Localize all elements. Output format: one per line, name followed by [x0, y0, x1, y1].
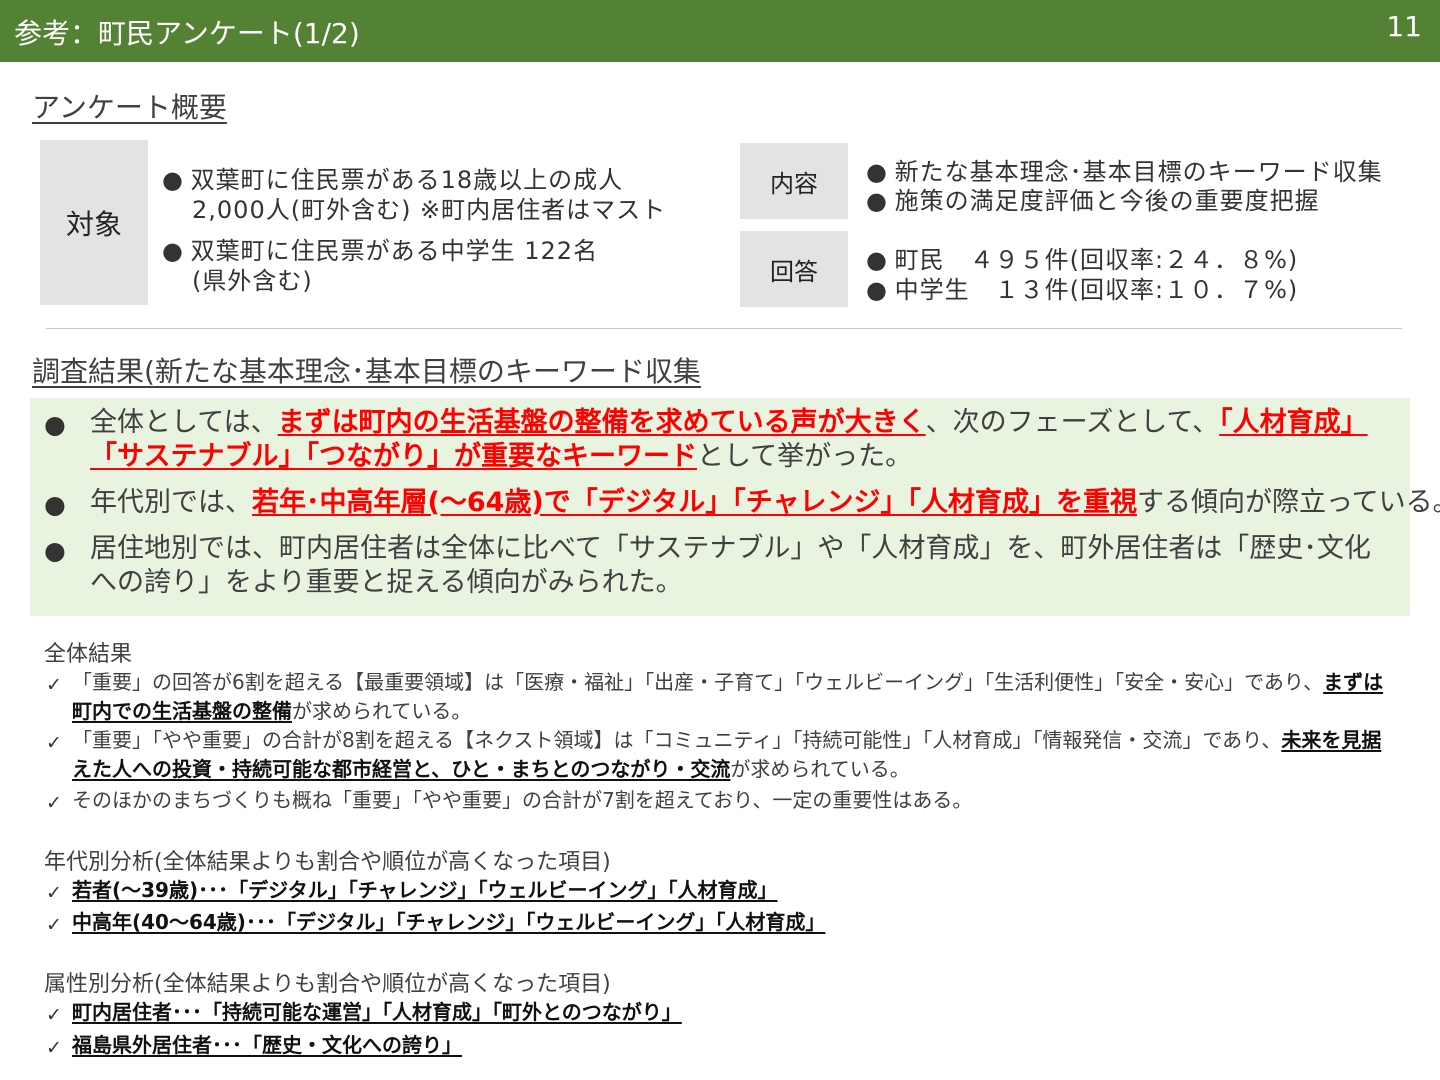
- overall-item-2: 「重要」「やや重要」の合計が8割を超える【ネクスト領域】は「コミュニティ」「持続…: [72, 728, 1382, 781]
- target-label: 対象: [65, 207, 122, 241]
- overall-item-1: 「重要」の回答が6割を超える【最重要領域】は「医療・福祉」「出産・子育て」「ウェ…: [72, 670, 1384, 723]
- page-title: 参考：町民アンケート(1/2): [14, 17, 360, 50]
- attribute-item-2: 福島県外居住者･･･「歴史・文化への誇り」: [72, 1033, 462, 1057]
- highlight-text: まずは町内の生活基盤の整備を求めている声が大きく: [277, 407, 926, 438]
- bullet-icon: ●: [162, 166, 184, 194]
- summary-bullet-3: 居住地別では、町内居住者は全体に比べて「サステナブル」や「人材育成」を、町外居住…: [90, 533, 1371, 598]
- bullet-icon: ●: [866, 276, 888, 304]
- check-icon: ✓: [46, 674, 62, 696]
- overall-title: 全体結果: [44, 642, 133, 667]
- content-label-box: 内容: [740, 143, 848, 219]
- bullet-icon: ●: [44, 410, 66, 439]
- bullet-icon: ●: [162, 237, 184, 265]
- attribute-item-1: 町内居住者･･･「持続可能な運営」「人材育成」「町外とのつながり」: [72, 1000, 682, 1024]
- summary-bullet-1: 全体としては、まずは町内の生活基盤の整備を求めている声が大きく、次のフェーズとし…: [90, 407, 1368, 472]
- target-item-2-line2: (県外含む): [192, 267, 313, 295]
- section-divider: [46, 328, 1402, 329]
- attribute-analysis-title: 属性別分析(全体結果よりも割合や順位が高くなった項目): [44, 972, 611, 997]
- check-icon: ✓: [46, 732, 62, 754]
- bullet-icon: ●: [44, 490, 66, 519]
- check-icon: ✓: [46, 792, 62, 814]
- answer-label-box: 回答: [740, 231, 848, 307]
- check-icon: ✓: [46, 1004, 62, 1026]
- target-item-1-line2: 2,000人(町外含む) ※町内居住者はマスト: [192, 196, 667, 224]
- age-item-1: 若者(～39歳)･･･「デジタル」「チャレンジ」「ウェルビーイング」「人材育成」: [72, 878, 778, 902]
- age-analysis-title: 年代別分析(全体結果よりも割合や順位が高くなった項目): [44, 850, 611, 875]
- check-icon: ✓: [46, 882, 62, 904]
- page-number: 11: [1386, 10, 1422, 43]
- check-icon: ✓: [46, 1037, 62, 1059]
- summary-bullet-2: 年代別では、若年･中高年層(～64歳)で「デジタル」「チャレンジ」「人材育成」を…: [90, 487, 1440, 518]
- check-icon: ✓: [46, 914, 62, 936]
- answer-label: 回答: [770, 257, 818, 286]
- content-label: 内容: [770, 169, 818, 198]
- overview-title: アンケート概要: [32, 91, 227, 124]
- overall-item-3: そのほかのまちづくりも概ね「重要」「やや重要」の合計が7割を超えており、一定の重…: [72, 788, 973, 812]
- answer-item-2: ● 中学生 １３件(回収率:１０．７%): [866, 276, 1299, 304]
- highlight-text: 若年･中高年層(～64歳)で「デジタル」「チャレンジ」「人材育成」を重視: [252, 487, 1137, 518]
- age-item-2: 中高年(40～64歳)･･･「デジタル」「チャレンジ」「ウェルビーイング」「人材…: [72, 910, 826, 934]
- content-item-2: ● 施策の満足度評価と今後の重要度把握: [866, 187, 1320, 215]
- results-title: 調査結果(新たな基本理念･基本目標のキーワード収集: [32, 355, 701, 388]
- bullet-icon: ●: [44, 536, 66, 565]
- target-label-box: 対象: [40, 140, 148, 305]
- bullet-icon: ●: [866, 187, 888, 215]
- header-bar: 参考：町民アンケート(1/2) 11: [0, 0, 1440, 62]
